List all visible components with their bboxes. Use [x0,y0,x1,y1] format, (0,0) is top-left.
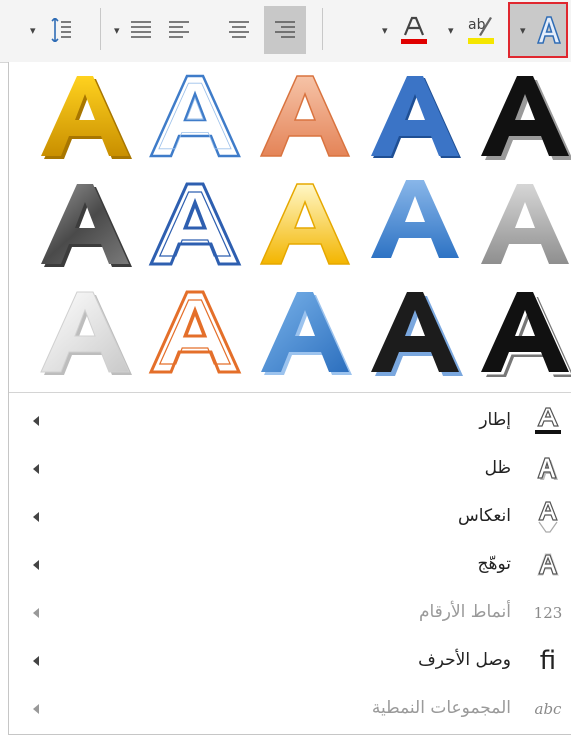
ligatures-icon: fi [531,644,565,678]
menu-item-glow[interactable]: توهّج [9,542,571,590]
font-color-icon [401,16,427,44]
menu-item-outline[interactable]: إطار [9,398,571,446]
text-effects-icon [536,16,562,44]
text-effects-button[interactable]: ▾ [508,2,568,58]
toolbar-separator [100,8,101,50]
menu-item-label: وصل الأحرف [418,650,511,670]
text-effects-gallery [9,62,571,392]
effect-orange-outline[interactable] [145,288,245,388]
ligatures-glyph: fi [539,646,557,676]
ribbon-toolbar: ▾ ▾ ▾ ▾ ab ▾ [0,0,571,63]
stylistic-sets-icon: abc [531,692,565,726]
menu-item-label: أنماط الأرقام [418,602,511,622]
dropdown-caret-icon: ▾ [382,24,388,37]
effect-black-bevel[interactable] [365,288,465,388]
menu-item-ligatures[interactable]: وصل الأحرف fi [9,638,571,686]
effect-gold-light[interactable] [255,180,355,280]
align-right-icon [275,21,295,38]
shadow-icon [531,452,565,486]
effect-black-shadow[interactable] [475,72,571,172]
stylistic-sets-glyph: abc [534,700,562,718]
submenu-arrow-icon [33,416,39,426]
dropdown-caret-icon: ▾ [114,24,120,37]
effect-blue-bevel[interactable] [255,288,355,388]
submenu-arrow-icon [33,704,39,714]
gallery-divider [9,392,571,393]
effect-gold-gradient[interactable] [35,72,135,172]
menu-item-label: ظل [484,458,511,478]
menu-item-shadow[interactable]: ظل [9,446,571,494]
justify-button[interactable]: ▾ [112,6,156,54]
align-center-icon [229,21,249,38]
submenu-arrow-icon [33,512,39,522]
dropdown-caret-icon: ▾ [30,24,36,37]
submenu-arrow-icon [33,656,39,666]
effect-orange-soft[interactable] [255,72,355,172]
line-spacing-icon [51,18,71,42]
number-styles-glyph: 123 [533,604,563,622]
effect-blue-solid[interactable] [365,72,465,172]
effect-blue-reflection[interactable] [365,180,465,280]
effect-black-white-outline[interactable] [475,288,571,388]
menu-item-label: المجموعات النمطية [371,698,511,718]
align-left-button[interactable] [162,6,196,54]
glow-icon [531,548,565,582]
text-effects-panel: إطار ظل انعكاس توهّج أنماط الأرقام 123 و… [8,62,571,735]
toolbar-separator [322,8,323,50]
effect-gray-gradient[interactable] [35,180,135,280]
number-styles-icon: 123 [531,596,565,630]
effect-white-bevel[interactable] [35,288,135,388]
outline-icon [531,404,565,438]
effect-blue-outline-thick[interactable] [145,180,245,280]
effect-blue-outline[interactable] [145,72,245,172]
highlight-button[interactable]: ▾ ab [444,6,504,54]
menu-item-label: إطار [479,410,511,430]
align-justify-icon [131,21,151,38]
effect-gray-light[interactable] [475,180,571,280]
dropdown-caret-icon: ▾ [448,24,454,37]
menu-item-reflection[interactable]: انعكاس [9,494,571,542]
align-left-icon [169,21,189,38]
align-center-button[interactable] [222,6,256,54]
dropdown-caret-icon: ▾ [520,24,526,37]
reflection-icon [531,500,565,534]
align-right-button[interactable] [264,6,306,54]
submenu-arrow-icon [33,608,39,618]
line-spacing-dropdown[interactable]: ▾ [22,6,76,54]
font-color-button[interactable]: ▾ [376,6,436,54]
submenu-arrow-icon [33,464,39,474]
menu-item-label: توهّج [477,554,511,574]
highlight-icon: ab [468,17,494,44]
menu-item-number-styles[interactable]: أنماط الأرقام 123 [9,590,571,638]
submenu-arrow-icon [33,560,39,570]
menu-item-stylistic-sets[interactable]: المجموعات النمطية abc [9,686,571,734]
menu-item-label: انعكاس [458,506,511,526]
